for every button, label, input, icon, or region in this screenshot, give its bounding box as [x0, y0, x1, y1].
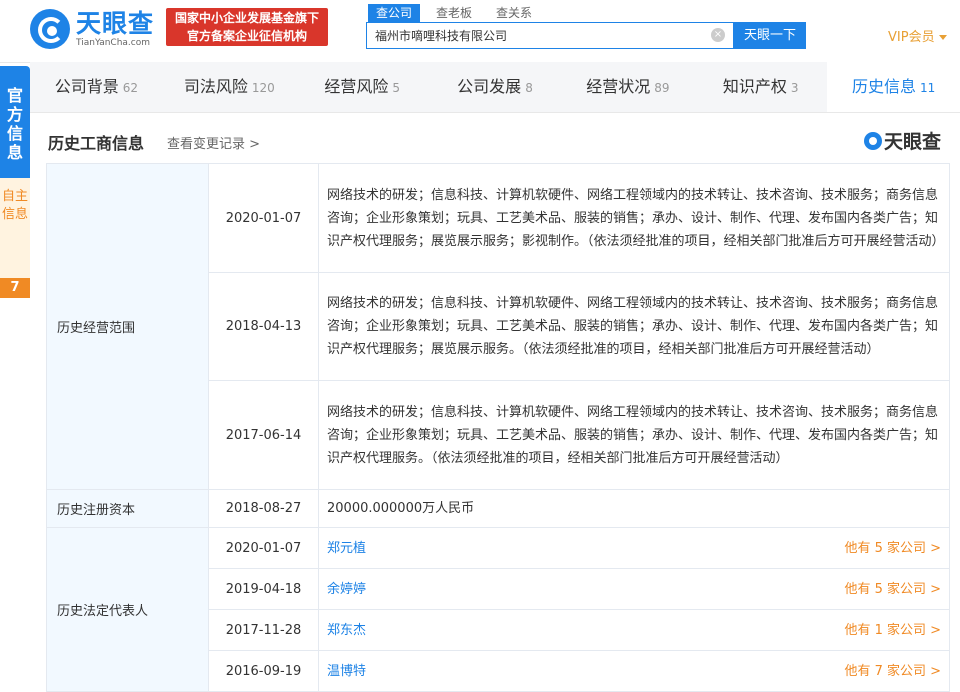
- rep-companies-link[interactable]: 他有 7 家公司 >: [844, 660, 941, 683]
- tab-label: 经营风险: [324, 77, 389, 96]
- tab-judicial-risk[interactable]: 司法风险 120: [163, 62, 296, 112]
- capital-label: 历史注册资本: [46, 489, 209, 528]
- tab-intellectual-property[interactable]: 知识产权 3: [694, 62, 827, 112]
- scope-date: 2017-06-14: [208, 380, 319, 490]
- history-table: 历史经营范围 2020-01-07 网络技术的研发；信息科技、计算机软硬件、网络…: [46, 163, 950, 692]
- clear-icon[interactable]: ×: [711, 28, 725, 42]
- tab-operating-risk[interactable]: 经营风险 5: [296, 62, 429, 112]
- table-row: 历史经营范围 2020-01-07 网络技术的研发；信息科技、计算机软硬件、网络…: [46, 163, 950, 490]
- tab-count: 3: [790, 81, 799, 95]
- main-tabs: 公司背景 62 司法风险 120 经营风险 5 公司发展 8 经营状况 89 知识产权 3 …: [30, 62, 960, 113]
- rep-name-link[interactable]: 余婷婷: [327, 578, 366, 601]
- tab-label: 公司发展: [457, 77, 522, 96]
- tab-label: 历史信息: [851, 77, 916, 96]
- rep-date: 2019-04-18: [208, 568, 319, 610]
- rep-label: 历史法定代表人: [46, 527, 209, 692]
- banner-line-1: 国家中小企业发展基金旗下: [174, 11, 319, 25]
- side-self-info[interactable]: 自主信息 7: [0, 178, 30, 298]
- scope-text: 网络技术的研发；信息科技、计算机软硬件、网络工程领域内的技术转让、技术咨询、技术…: [318, 163, 950, 273]
- search-box: ×: [366, 22, 734, 49]
- rep-name-link[interactable]: 郑东杰: [327, 619, 366, 642]
- tianyancha-logo-icon: [30, 9, 70, 49]
- tab-count: 89: [654, 81, 670, 95]
- capital-value: 20000.000000万人民币: [318, 489, 950, 528]
- scope-text: 网络技术的研发；信息科技、计算机软硬件、网络工程领域内的技术转让、技术咨询、技术…: [318, 272, 950, 381]
- scope-text: 网络技术的研发；信息科技、计算机软硬件、网络工程领域内的技术转让、技术咨询、技术…: [318, 380, 950, 490]
- side-nav: 官方信息 自主信息 7: [0, 66, 30, 298]
- scope-label: 历史经营范围: [46, 163, 209, 490]
- rep-companies-link[interactable]: 他有 1 家公司 >: [844, 619, 941, 642]
- tab-label: 经营状况: [586, 77, 651, 96]
- rep-date: 2020-01-07: [208, 527, 319, 569]
- rep-name-link[interactable]: 温博特: [327, 660, 366, 683]
- table-row: 历史法定代表人 2020-01-07 郑元植 他有 5 家公司 >: [46, 527, 950, 692]
- scope-date: 2020-01-07: [208, 163, 319, 273]
- logo-text: 天眼查 TianYanCha.com: [76, 8, 155, 49]
- side-official-info[interactable]: 官方信息: [0, 66, 30, 178]
- tab-count: 62: [122, 81, 139, 95]
- side-self-count: 7: [0, 278, 30, 298]
- tab-count: 5: [392, 81, 400, 95]
- top-header: 天眼查 TianYanCha.com 国家中小企业发展基金旗下 官方备案企业征信…: [0, 0, 960, 63]
- tab-count: 120: [251, 81, 275, 95]
- rep-companies-link[interactable]: 他有 5 家公司 >: [844, 578, 941, 601]
- search-tab-boss[interactable]: 查老板: [428, 4, 480, 22]
- search-type-tabs: 查公司 查老板 查关系: [368, 4, 548, 22]
- rep-name-link[interactable]: 郑元植: [327, 537, 366, 560]
- side-self-label: 自主信息: [1, 189, 28, 222]
- watermark-logo: 天眼查: [864, 127, 941, 154]
- watermark-text: 天眼查: [884, 131, 942, 153]
- tab-count: 8: [525, 81, 533, 95]
- tab-operating-status[interactable]: 经营状况 89: [561, 62, 694, 112]
- vip-label: VIP会员: [888, 30, 935, 45]
- scope-date: 2018-04-13: [208, 272, 319, 381]
- official-banner[interactable]: 国家中小企业发展基金旗下 官方备案企业征信机构: [166, 8, 328, 46]
- logo-subtitle: TianYanCha.com: [76, 37, 151, 48]
- tab-company-background[interactable]: 公司背景 62: [30, 62, 163, 112]
- caret-down-icon: [938, 35, 947, 40]
- search-input[interactable]: [367, 23, 707, 48]
- rep-date: 2016-09-19: [208, 650, 319, 692]
- search-tab-company[interactable]: 查公司: [368, 4, 421, 22]
- banner-line-2: 官方备案企业征信机构: [186, 29, 307, 43]
- logo-title: 天眼查: [76, 8, 155, 38]
- logo[interactable]: 天眼查 TianYanCha.com: [30, 9, 154, 49]
- search-tab-relation[interactable]: 查关系: [488, 4, 540, 22]
- rep-date: 2017-11-28: [208, 609, 319, 651]
- capital-date: 2018-08-27: [208, 489, 319, 528]
- view-change-records-link[interactable]: 查看变更记录 >: [167, 133, 260, 152]
- table-row: 历史注册资本 2018-08-27 20000.000000万人民币: [46, 489, 950, 528]
- section-title: 历史工商信息: [48, 134, 145, 153]
- tab-label: 公司背景: [54, 77, 119, 96]
- tab-label: 知识产权: [722, 77, 787, 96]
- tab-history-info[interactable]: 历史信息 11: [827, 62, 960, 112]
- rep-companies-link[interactable]: 他有 5 家公司 >: [844, 537, 941, 560]
- tab-company-development[interactable]: 公司发展 8: [429, 62, 562, 112]
- tab-label: 司法风险: [183, 77, 248, 96]
- tab-count: 11: [919, 81, 936, 95]
- vip-menu[interactable]: VIP会员: [888, 26, 947, 45]
- tianyancha-watermark-icon: [864, 131, 882, 150]
- search-button[interactable]: 天眼一下: [734, 22, 806, 49]
